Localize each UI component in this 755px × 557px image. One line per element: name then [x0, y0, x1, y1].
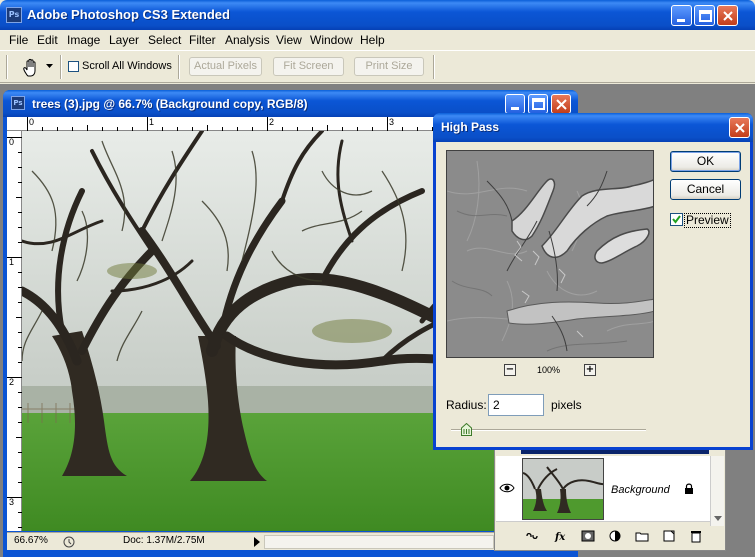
scroll-all-windows-label[interactable]: Scroll All Windows [82, 60, 172, 72]
scroll-down-arrow-icon[interactable] [711, 456, 725, 526]
actual-pixels-button[interactable]: Actual Pixels [189, 57, 262, 76]
ruler-label: 0 [9, 137, 15, 147]
new-layer-icon[interactable] [662, 529, 676, 543]
menu-select[interactable]: Select [148, 33, 181, 47]
scroll-all-windows-checkbox[interactable] [68, 61, 79, 72]
options-separator [178, 55, 180, 79]
menu-layer[interactable]: Layer [109, 33, 139, 47]
layer-mask-icon[interactable] [581, 529, 595, 543]
new-group-icon[interactable] [635, 529, 649, 543]
layer-style-fx-icon[interactable]: fx [554, 529, 568, 543]
layers-scrollbar[interactable] [710, 456, 724, 526]
eye-icon[interactable] [499, 482, 515, 494]
ruler-label: 3 [389, 117, 395, 127]
radius-label: Radius: [446, 398, 487, 412]
fit-screen-button[interactable]: Fit Screen [273, 57, 344, 76]
ruler-ticks [7, 137, 22, 528]
high-pass-preview-image [447, 151, 653, 357]
app-title: Adobe Photoshop CS3 Extended [27, 7, 230, 22]
preview-checkbox[interactable] [670, 213, 683, 226]
minimize-icon [511, 107, 519, 110]
ruler-label: 2 [269, 117, 275, 127]
status-info-icon[interactable] [62, 535, 76, 549]
ok-button[interactable]: OK [670, 151, 741, 172]
svg-text:fx: fx [554, 532, 566, 543]
layer-thumbnail[interactable] [522, 458, 604, 520]
preview-checkbox-label[interactable]: Preview [684, 213, 731, 228]
close-icon [723, 11, 733, 21]
document-size-readout: Doc: 1.37M/2.75M [123, 535, 205, 546]
close-button[interactable] [717, 5, 738, 26]
zoom-out-button[interactable]: − [504, 364, 516, 376]
doc-maximize-button[interactable] [528, 94, 548, 114]
preview-zoom-level: 100% [537, 365, 561, 375]
menu-file[interactable]: File [9, 33, 28, 47]
menu-view[interactable]: View [276, 33, 302, 47]
document-icon[interactable]: Ps [11, 96, 25, 110]
radius-units-label: pixels [551, 398, 582, 412]
adjustment-layer-icon[interactable] [608, 529, 622, 543]
ruler-label: 1 [149, 117, 155, 127]
photoshop-app-icon[interactable]: Ps [6, 7, 22, 23]
checkmark-icon [672, 215, 681, 224]
options-separator [60, 55, 62, 79]
menu-help[interactable]: Help [360, 33, 385, 47]
zoom-in-button[interactable]: + [584, 364, 596, 376]
maximize-icon [699, 10, 712, 22]
maximize-icon [532, 98, 545, 110]
print-size-button[interactable]: Print Size [354, 57, 424, 76]
options-separator [433, 55, 435, 79]
hand-tool-icon[interactable] [20, 57, 42, 79]
tool-preset-dropdown-icon[interactable] [46, 64, 53, 68]
ruler-label: 1 [9, 257, 15, 267]
minimize-button[interactable] [671, 5, 692, 26]
menu-analysis[interactable]: Analysis [225, 33, 270, 47]
horizontal-scrollbar[interactable] [264, 535, 494, 549]
delete-layer-icon[interactable] [689, 529, 703, 543]
status-menu-arrow-icon[interactable] [253, 537, 261, 547]
menu-image[interactable]: Image [67, 33, 100, 47]
dialog-title: High Pass [441, 120, 500, 134]
layer-thumbnail-image [523, 459, 603, 519]
zoom-level-readout[interactable]: 66.67% [14, 535, 48, 549]
ruler-label: 3 [9, 497, 15, 507]
cancel-button[interactable]: Cancel [670, 179, 741, 200]
minimize-icon [677, 19, 685, 22]
menu-filter[interactable]: Filter [189, 33, 216, 47]
ruler-label: 2 [9, 377, 15, 387]
doc-close-button[interactable] [551, 94, 571, 114]
filter-preview-pane[interactable] [446, 150, 654, 358]
layer-name-background[interactable]: Background [611, 484, 670, 496]
maximize-button[interactable] [694, 5, 715, 26]
options-grip [6, 55, 8, 79]
close-icon [735, 123, 745, 133]
vertical-ruler[interactable]: 0 1 2 3 [7, 131, 22, 531]
document-title: trees (3).jpg @ 66.7% (Background copy, … [32, 97, 308, 111]
lock-icon [685, 483, 693, 494]
radius-slider-thumb[interactable] [461, 423, 473, 436]
doc-minimize-button[interactable] [505, 94, 525, 114]
menu-edit[interactable]: Edit [37, 33, 58, 47]
close-icon [556, 99, 567, 110]
menu-window[interactable]: Window [310, 33, 353, 47]
ruler-label: 0 [29, 117, 35, 127]
radius-slider-track[interactable] [451, 429, 646, 431]
radius-input[interactable] [488, 394, 544, 416]
link-layers-icon[interactable] [525, 529, 539, 543]
dialog-close-button[interactable] [729, 117, 750, 138]
